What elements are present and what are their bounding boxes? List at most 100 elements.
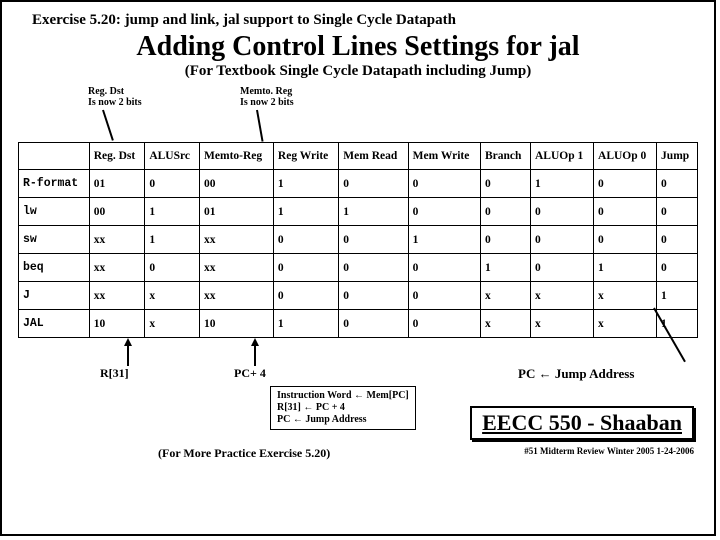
data-cell: 1 — [530, 170, 593, 198]
data-cell: 1 — [273, 310, 338, 338]
col-header: Reg. Dst — [89, 143, 145, 170]
practice-note: (For More Practice Exercise 5.20) — [158, 446, 330, 461]
ibox-line3: PC ← Jump Address — [277, 414, 409, 426]
data-cell: 0 — [480, 226, 530, 254]
slide: Exercise 5.20: jump and link, jal suppor… — [0, 0, 716, 536]
data-cell: 10 — [89, 310, 145, 338]
label-r31: R[31] — [100, 366, 129, 381]
instruction-box: Instruction Word ← Mem[PC] R[31] ← PC + … — [270, 386, 416, 430]
instr-cell: J — [19, 282, 90, 310]
data-cell: 0 — [408, 282, 480, 310]
note-regdst-l1: Reg. Dst — [88, 86, 124, 97]
data-cell: 0 — [408, 310, 480, 338]
data-cell: x — [480, 282, 530, 310]
data-cell: xx — [89, 282, 145, 310]
exercise-line: Exercise 5.20: jump and link, jal suppor… — [32, 12, 698, 29]
col-header: Reg Write — [273, 143, 338, 170]
footer-text: #51 Midterm Review Winter 2005 1-24-2006 — [524, 446, 694, 457]
data-cell: 0 — [145, 254, 200, 282]
col-header: ALUOp 1 — [530, 143, 593, 170]
table-row: R-format010001000100 — [19, 170, 698, 198]
control-table: Reg. DstALUSrcMemto-RegReg WriteMem Read… — [18, 142, 698, 338]
data-cell: x — [594, 282, 657, 310]
data-cell: 00 — [89, 198, 145, 226]
data-cell: 00 — [200, 170, 274, 198]
data-cell: 1 — [273, 198, 338, 226]
note-memtoreg-l1: Memto. Reg — [240, 86, 292, 97]
data-cell: 0 — [657, 198, 698, 226]
data-cell: 0 — [657, 254, 698, 282]
instr-cell: sw — [19, 226, 90, 254]
col-header: Memto-Reg — [200, 143, 274, 170]
arrow-stem-memtoreg — [254, 346, 256, 366]
arrow-up-memtoreg — [251, 338, 259, 346]
instr-cell: beq — [19, 254, 90, 282]
data-cell: 1 — [273, 170, 338, 198]
data-cell: 0 — [273, 254, 338, 282]
pointer-line-regdst — [102, 110, 114, 141]
col-header: Branch — [480, 143, 530, 170]
note-memtoreg: Memto. Reg Is now 2 bits — [240, 86, 294, 108]
data-cell: xx — [200, 254, 274, 282]
data-cell: 1 — [145, 198, 200, 226]
data-cell: 0 — [273, 226, 338, 254]
data-cell: x — [530, 310, 593, 338]
data-cell: xx — [200, 282, 274, 310]
data-cell: 1 — [145, 226, 200, 254]
label-pcplus4: PC+ 4 — [234, 366, 266, 381]
col-header — [19, 143, 90, 170]
data-cell: x — [594, 310, 657, 338]
table-row: Jxxxxx000xxx1 — [19, 282, 698, 310]
col-header: Mem Write — [408, 143, 480, 170]
data-cell: 0 — [273, 282, 338, 310]
ibox-line1: Instruction Word ← Mem[PC] — [277, 390, 409, 402]
page-title: Adding Control Lines Settings for jal — [18, 31, 698, 63]
data-cell: 0 — [339, 254, 408, 282]
data-cell: x — [530, 282, 593, 310]
note-regdst-l2: Is now 2 bits — [88, 97, 142, 108]
instr-cell: JAL — [19, 310, 90, 338]
data-cell: x — [145, 282, 200, 310]
ibox-line2: R[31] ← PC + 4 — [277, 402, 409, 414]
header-notes: Reg. Dst Is now 2 bits Memto. Reg Is now… — [18, 86, 698, 142]
data-cell: x — [145, 310, 200, 338]
col-header: ALUSrc — [145, 143, 200, 170]
data-cell: xx — [89, 254, 145, 282]
col-header: ALUOp 0 — [594, 143, 657, 170]
table-row: swxx1xx0010000 — [19, 226, 698, 254]
data-cell: 0 — [530, 254, 593, 282]
col-header: Mem Read — [339, 143, 408, 170]
data-cell: 0 — [339, 310, 408, 338]
data-cell: 01 — [89, 170, 145, 198]
instr-cell: lw — [19, 198, 90, 226]
page-subtitle: (For Textbook Single Cycle Datapath incl… — [18, 63, 698, 80]
data-cell: 0 — [480, 198, 530, 226]
data-cell: xx — [89, 226, 145, 254]
data-cell: 0 — [594, 198, 657, 226]
data-cell: 0 — [530, 226, 593, 254]
data-cell: 0 — [594, 226, 657, 254]
table-row: lw001011100000 — [19, 198, 698, 226]
data-cell: 1 — [594, 254, 657, 282]
table-row: beqxx0xx0001010 — [19, 254, 698, 282]
data-cell: 0 — [408, 170, 480, 198]
data-cell: 0 — [657, 170, 698, 198]
data-cell: 0 — [657, 226, 698, 254]
course-box: EECC 550 - Shaaban — [470, 406, 694, 440]
data-cell: 0 — [339, 282, 408, 310]
data-cell: 0 — [339, 170, 408, 198]
note-regdst: Reg. Dst Is now 2 bits — [88, 86, 142, 108]
pointer-line-memtoreg — [256, 110, 264, 142]
data-cell: 0 — [145, 170, 200, 198]
data-cell: 0 — [594, 170, 657, 198]
data-cell: 1 — [339, 198, 408, 226]
arrow-up-regdst — [124, 338, 132, 346]
data-cell: 0 — [339, 226, 408, 254]
note-memtoreg-l2: Is now 2 bits — [240, 97, 294, 108]
arrow-stem-regdst — [127, 346, 129, 366]
data-cell: 0 — [408, 198, 480, 226]
below-annotations: R[31] PC+ 4 PC ← Jump Address Instructio… — [18, 338, 698, 488]
data-cell: 0 — [408, 254, 480, 282]
data-cell: 1 — [480, 254, 530, 282]
data-cell: 1 — [657, 282, 698, 310]
